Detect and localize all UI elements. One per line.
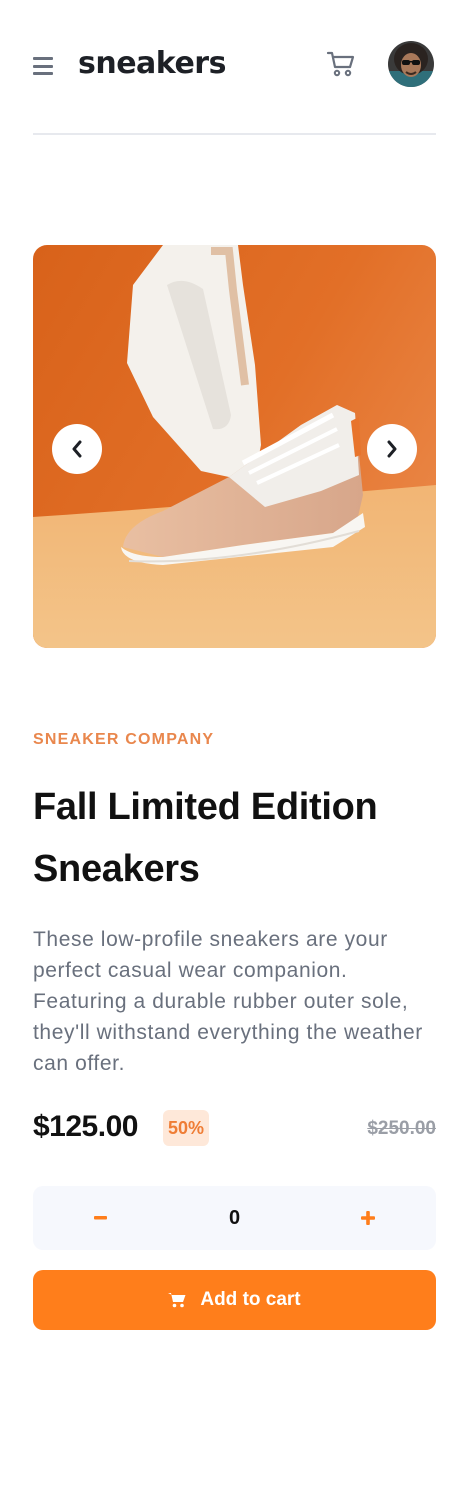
plus-icon: [361, 1211, 375, 1225]
add-to-cart-button[interactable]: Add to cart: [33, 1270, 436, 1330]
add-to-cart-label: Add to cart: [200, 1289, 301, 1310]
discount-badge: 50%: [163, 1110, 209, 1146]
header-divider: [33, 133, 436, 135]
header: sneakers: [33, 38, 436, 94]
product-page: sneakers SNEAKER COMPANY Fall Limited Ed…: [0, 0, 469, 1493]
decrease-quantity-button[interactable]: [70, 1186, 130, 1250]
product-gallery: [33, 245, 436, 648]
current-price: $125.00: [33, 1110, 138, 1143]
previous-image-button[interactable]: [52, 424, 102, 474]
increase-quantity-button[interactable]: [338, 1186, 398, 1250]
user-avatar[interactable]: [388, 41, 434, 87]
next-image-button[interactable]: [367, 424, 417, 474]
product-description: These low-profile sneakers are your perf…: [33, 928, 423, 1075]
minus-icon: [93, 1216, 107, 1220]
original-price: $250.00: [367, 1118, 436, 1139]
quantity-value: 0: [228, 1206, 241, 1229]
cart-icon[interactable]: [326, 50, 356, 78]
company-label: SNEAKER COMPANY: [33, 731, 215, 748]
product-title: Fall Limited Edition Sneakers: [33, 786, 378, 890]
quantity-stepper: 0: [33, 1186, 436, 1250]
hamburger-menu-icon[interactable]: [33, 57, 53, 75]
chevron-right-icon: [387, 440, 397, 458]
chevron-left-icon: [72, 440, 82, 458]
price-row: $125.00 50% $250.00: [33, 1108, 436, 1150]
cart-icon: [168, 1292, 186, 1308]
logo[interactable]: sneakers: [78, 49, 226, 79]
